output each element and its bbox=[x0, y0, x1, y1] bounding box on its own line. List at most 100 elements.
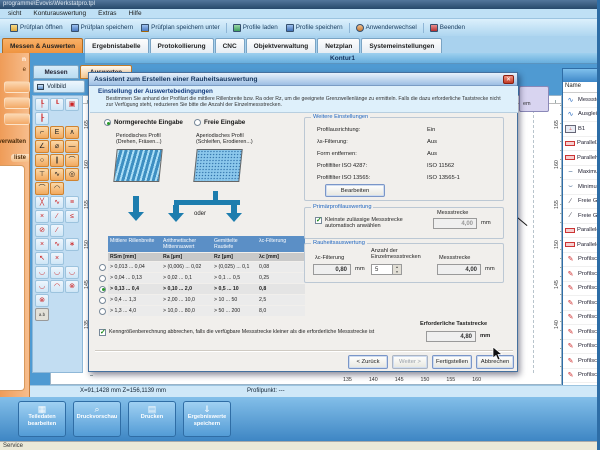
tab-messen[interactable]: Messen bbox=[33, 65, 79, 79]
table-row[interactable]: > 0,013 ... 0,04 > (0,006) ... 0,02 > (0… bbox=[97, 262, 305, 272]
main-tab[interactable]: Ergebnistabelle bbox=[84, 38, 148, 53]
list-item[interactable]: ✎ Profilsch bbox=[563, 325, 599, 340]
zurueck-button[interactable]: < Zurück bbox=[348, 355, 388, 369]
palette-tool-icon[interactable]: ∿ bbox=[50, 168, 64, 181]
row-radio-icon[interactable] bbox=[99, 264, 106, 271]
menu-item[interactable]: sicht bbox=[8, 10, 21, 17]
table-row[interactable]: > 0,4 ... 1,3 > 2,00 ... 10,0 > 10 ... 5… bbox=[97, 295, 305, 305]
row-radio-icon[interactable] bbox=[99, 286, 106, 293]
dialog-title-bar[interactable]: Assistent zum Erstellen einer Rauheitsau… bbox=[89, 73, 517, 86]
palette-tool-icon[interactable]: ⊘ bbox=[35, 224, 49, 237]
palette-tool-icon[interactable]: ∿ bbox=[50, 196, 64, 209]
toolbar-button[interactable]: Profile speichern bbox=[282, 23, 347, 33]
palette-tool-icon[interactable]: ≡ bbox=[65, 196, 79, 209]
palette-tool-icon[interactable]: ◎ bbox=[65, 168, 79, 181]
main-tab[interactable]: Netzplan bbox=[317, 38, 360, 53]
messstrecke-field2[interactable]: 4,00 bbox=[437, 264, 481, 275]
palette-tool-icon[interactable]: ∥ bbox=[50, 154, 64, 167]
main-tab[interactable]: Systemeinstellungen bbox=[361, 38, 442, 53]
palette-tool-icon[interactable]: ◠ bbox=[50, 182, 64, 195]
palette-tool-icon[interactable]: ⊗ bbox=[35, 294, 49, 307]
palette-tool-icon[interactable]: ○ bbox=[35, 154, 49, 167]
menu-item[interactable]: Hilfe bbox=[129, 10, 142, 17]
list-item[interactable]: Parallele bbox=[563, 224, 599, 239]
list-item[interactable]: Parallele bbox=[563, 238, 599, 253]
palette-tool-icon[interactable]: ◡ bbox=[50, 266, 64, 279]
palette-tool-icon[interactable]: a.b bbox=[35, 308, 49, 321]
palette-tool-icon[interactable]: ┖ bbox=[50, 98, 64, 111]
menu-item[interactable]: Konturauswertung bbox=[33, 10, 86, 17]
toolbar-button[interactable]: Prüfplan speichern unter bbox=[137, 23, 224, 33]
palette-tool-icon[interactable]: ◡ bbox=[65, 266, 79, 279]
toolbar-button[interactable]: Profile laden bbox=[226, 23, 282, 33]
toolbar-button[interactable]: Prüfplan speichern bbox=[67, 23, 138, 33]
action-button[interactable]: ⇓ Ergebniswerte speichern bbox=[183, 401, 231, 437]
vollbild-button[interactable]: Vollbild bbox=[33, 80, 85, 93]
palette-tool-icon[interactable]: ◡ bbox=[35, 266, 49, 279]
fertigstellen-button[interactable]: Fertigstellen bbox=[432, 355, 472, 369]
list-item[interactable]: ✎ Profilsch bbox=[563, 296, 599, 311]
palette-tool-icon[interactable]: Ε bbox=[50, 126, 64, 139]
table-row[interactable]: > 0,13 ... 0,4 > 0,10 ... 2,0 > 0,5 ... … bbox=[97, 284, 305, 294]
list-item[interactable]: ✎ Profilsch bbox=[563, 282, 599, 297]
palette-tool-icon[interactable]: ◠ bbox=[50, 280, 64, 293]
list-item[interactable]: ✎ Profilsch bbox=[563, 354, 599, 369]
palette-tool-icon[interactable]: ∕ bbox=[50, 224, 64, 237]
main-tab[interactable]: Messen & Auswerten bbox=[2, 38, 83, 53]
list-item[interactable]: ⊥ B1 bbox=[563, 122, 599, 137]
palette-tool-icon[interactable]: ↖ bbox=[35, 252, 49, 265]
list-item[interactable]: ⌢ Maximum bbox=[563, 166, 599, 181]
list-item[interactable]: ⌣ Minimum bbox=[563, 180, 599, 195]
sidebar-button[interactable] bbox=[4, 97, 30, 109]
palette-tool-icon[interactable]: × bbox=[35, 238, 49, 251]
sidebar-item-liste[interactable]: liste bbox=[11, 154, 29, 162]
radio-normgerecht[interactable]: Normgerechte Eingabe bbox=[104, 119, 183, 126]
aperiodic-profile-image[interactable] bbox=[193, 149, 242, 182]
palette-tool-icon[interactable]: ⊤ bbox=[35, 168, 49, 181]
lc-filter-field[interactable]: 0,80 bbox=[313, 264, 351, 275]
list-item[interactable]: ✎ Profilsch bbox=[563, 311, 599, 326]
list-item[interactable]: ∿ Ausgleich bbox=[563, 108, 599, 123]
palette-tool-icon[interactable]: ╳ bbox=[35, 196, 49, 209]
palette-tool-icon[interactable]: ⌒ bbox=[65, 154, 79, 167]
menu-item[interactable]: Extras bbox=[98, 10, 116, 17]
toolbar-button[interactable]: Beenden bbox=[423, 23, 469, 33]
abort-checkbox[interactable]: Kenngrößenberechnung abbrechen, falls di… bbox=[99, 329, 429, 336]
palette-tool-icon[interactable]: ┠ bbox=[35, 112, 49, 125]
palette-tool-icon[interactable]: ┞ bbox=[35, 98, 49, 111]
title-bar[interactable]: programme\Evovis\Werkstatpro.tpl bbox=[0, 0, 600, 9]
row-radio-icon[interactable] bbox=[99, 308, 106, 315]
radio-freie-eingabe[interactable]: Freie Eingabe bbox=[194, 119, 245, 126]
periodic-profile-image[interactable] bbox=[113, 149, 162, 182]
main-tab[interactable]: CNC bbox=[215, 38, 245, 53]
close-icon[interactable] bbox=[503, 75, 514, 84]
list-item[interactable]: Parallelv bbox=[563, 151, 599, 166]
action-button[interactable]: ▦ Teiledaten bearbeiten bbox=[18, 401, 66, 437]
main-tab[interactable]: Objektverwaltung bbox=[246, 38, 317, 53]
palette-tool-icon[interactable]: ∠ bbox=[35, 140, 49, 153]
list-item[interactable]: ∕ Freie Ger bbox=[563, 195, 599, 210]
row-radio-icon[interactable] bbox=[99, 275, 106, 282]
toolbar-button[interactable]: Prüfplan öffnen bbox=[6, 23, 67, 33]
palette-tool-icon[interactable]: ≤ bbox=[65, 210, 79, 223]
palette-tool-icon[interactable]: ∗ bbox=[65, 238, 79, 251]
palette-tool-icon[interactable]: ⌀ bbox=[50, 140, 64, 153]
sidebar-button[interactable] bbox=[4, 113, 30, 125]
palette-tool-icon[interactable]: ∕ bbox=[50, 210, 64, 223]
palette-tool-icon[interactable]: ∿ bbox=[50, 238, 64, 251]
palette-tool-icon[interactable]: × bbox=[35, 210, 49, 223]
palette-tool-icon[interactable]: ⌐ bbox=[35, 126, 49, 139]
list-item[interactable]: ✎ Profilsch bbox=[563, 340, 599, 355]
action-button[interactable]: ▤ Drucken bbox=[128, 401, 176, 437]
palette-tool-icon[interactable]: — bbox=[65, 140, 79, 153]
sidebar-button[interactable] bbox=[4, 81, 30, 93]
bearbeiten-button[interactable]: Bearbeiten bbox=[325, 184, 385, 197]
palette-tool-icon[interactable]: ⌒ bbox=[35, 182, 49, 195]
action-button[interactable]: ⌕ Druckvorschau bbox=[73, 401, 121, 437]
element-list-title-bar[interactable] bbox=[563, 69, 599, 82]
list-item[interactable]: ✎ Profilsch bbox=[563, 253, 599, 268]
spinner-updown-icon[interactable]: ▴▾ bbox=[393, 264, 402, 275]
palette-tool-icon[interactable]: ◡ bbox=[35, 280, 49, 293]
min-messstrecke-checkbox[interactable]: Kleinste zulässige Messstrecke automatis… bbox=[315, 217, 419, 229]
weiter-button[interactable]: Weiter > bbox=[392, 355, 428, 369]
